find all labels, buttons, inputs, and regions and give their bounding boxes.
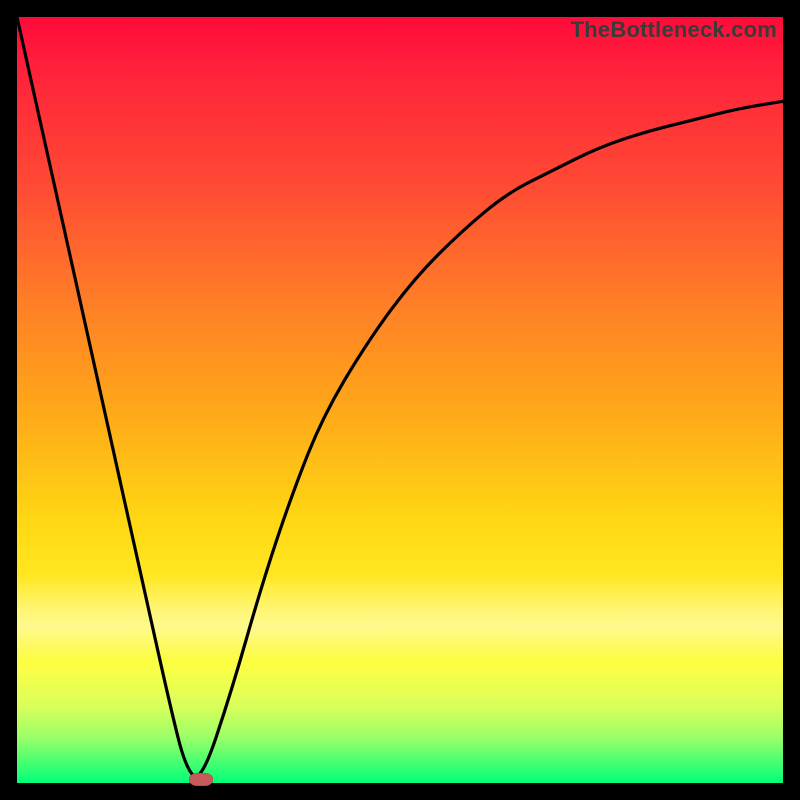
min-marker xyxy=(189,773,213,786)
watermark-text: TheBottleneck.com xyxy=(571,17,777,43)
chart-frame: TheBottleneck.com xyxy=(0,0,800,800)
plot-area: TheBottleneck.com xyxy=(17,17,783,783)
bottleneck-curve xyxy=(17,17,783,783)
highlight-band xyxy=(17,575,783,661)
